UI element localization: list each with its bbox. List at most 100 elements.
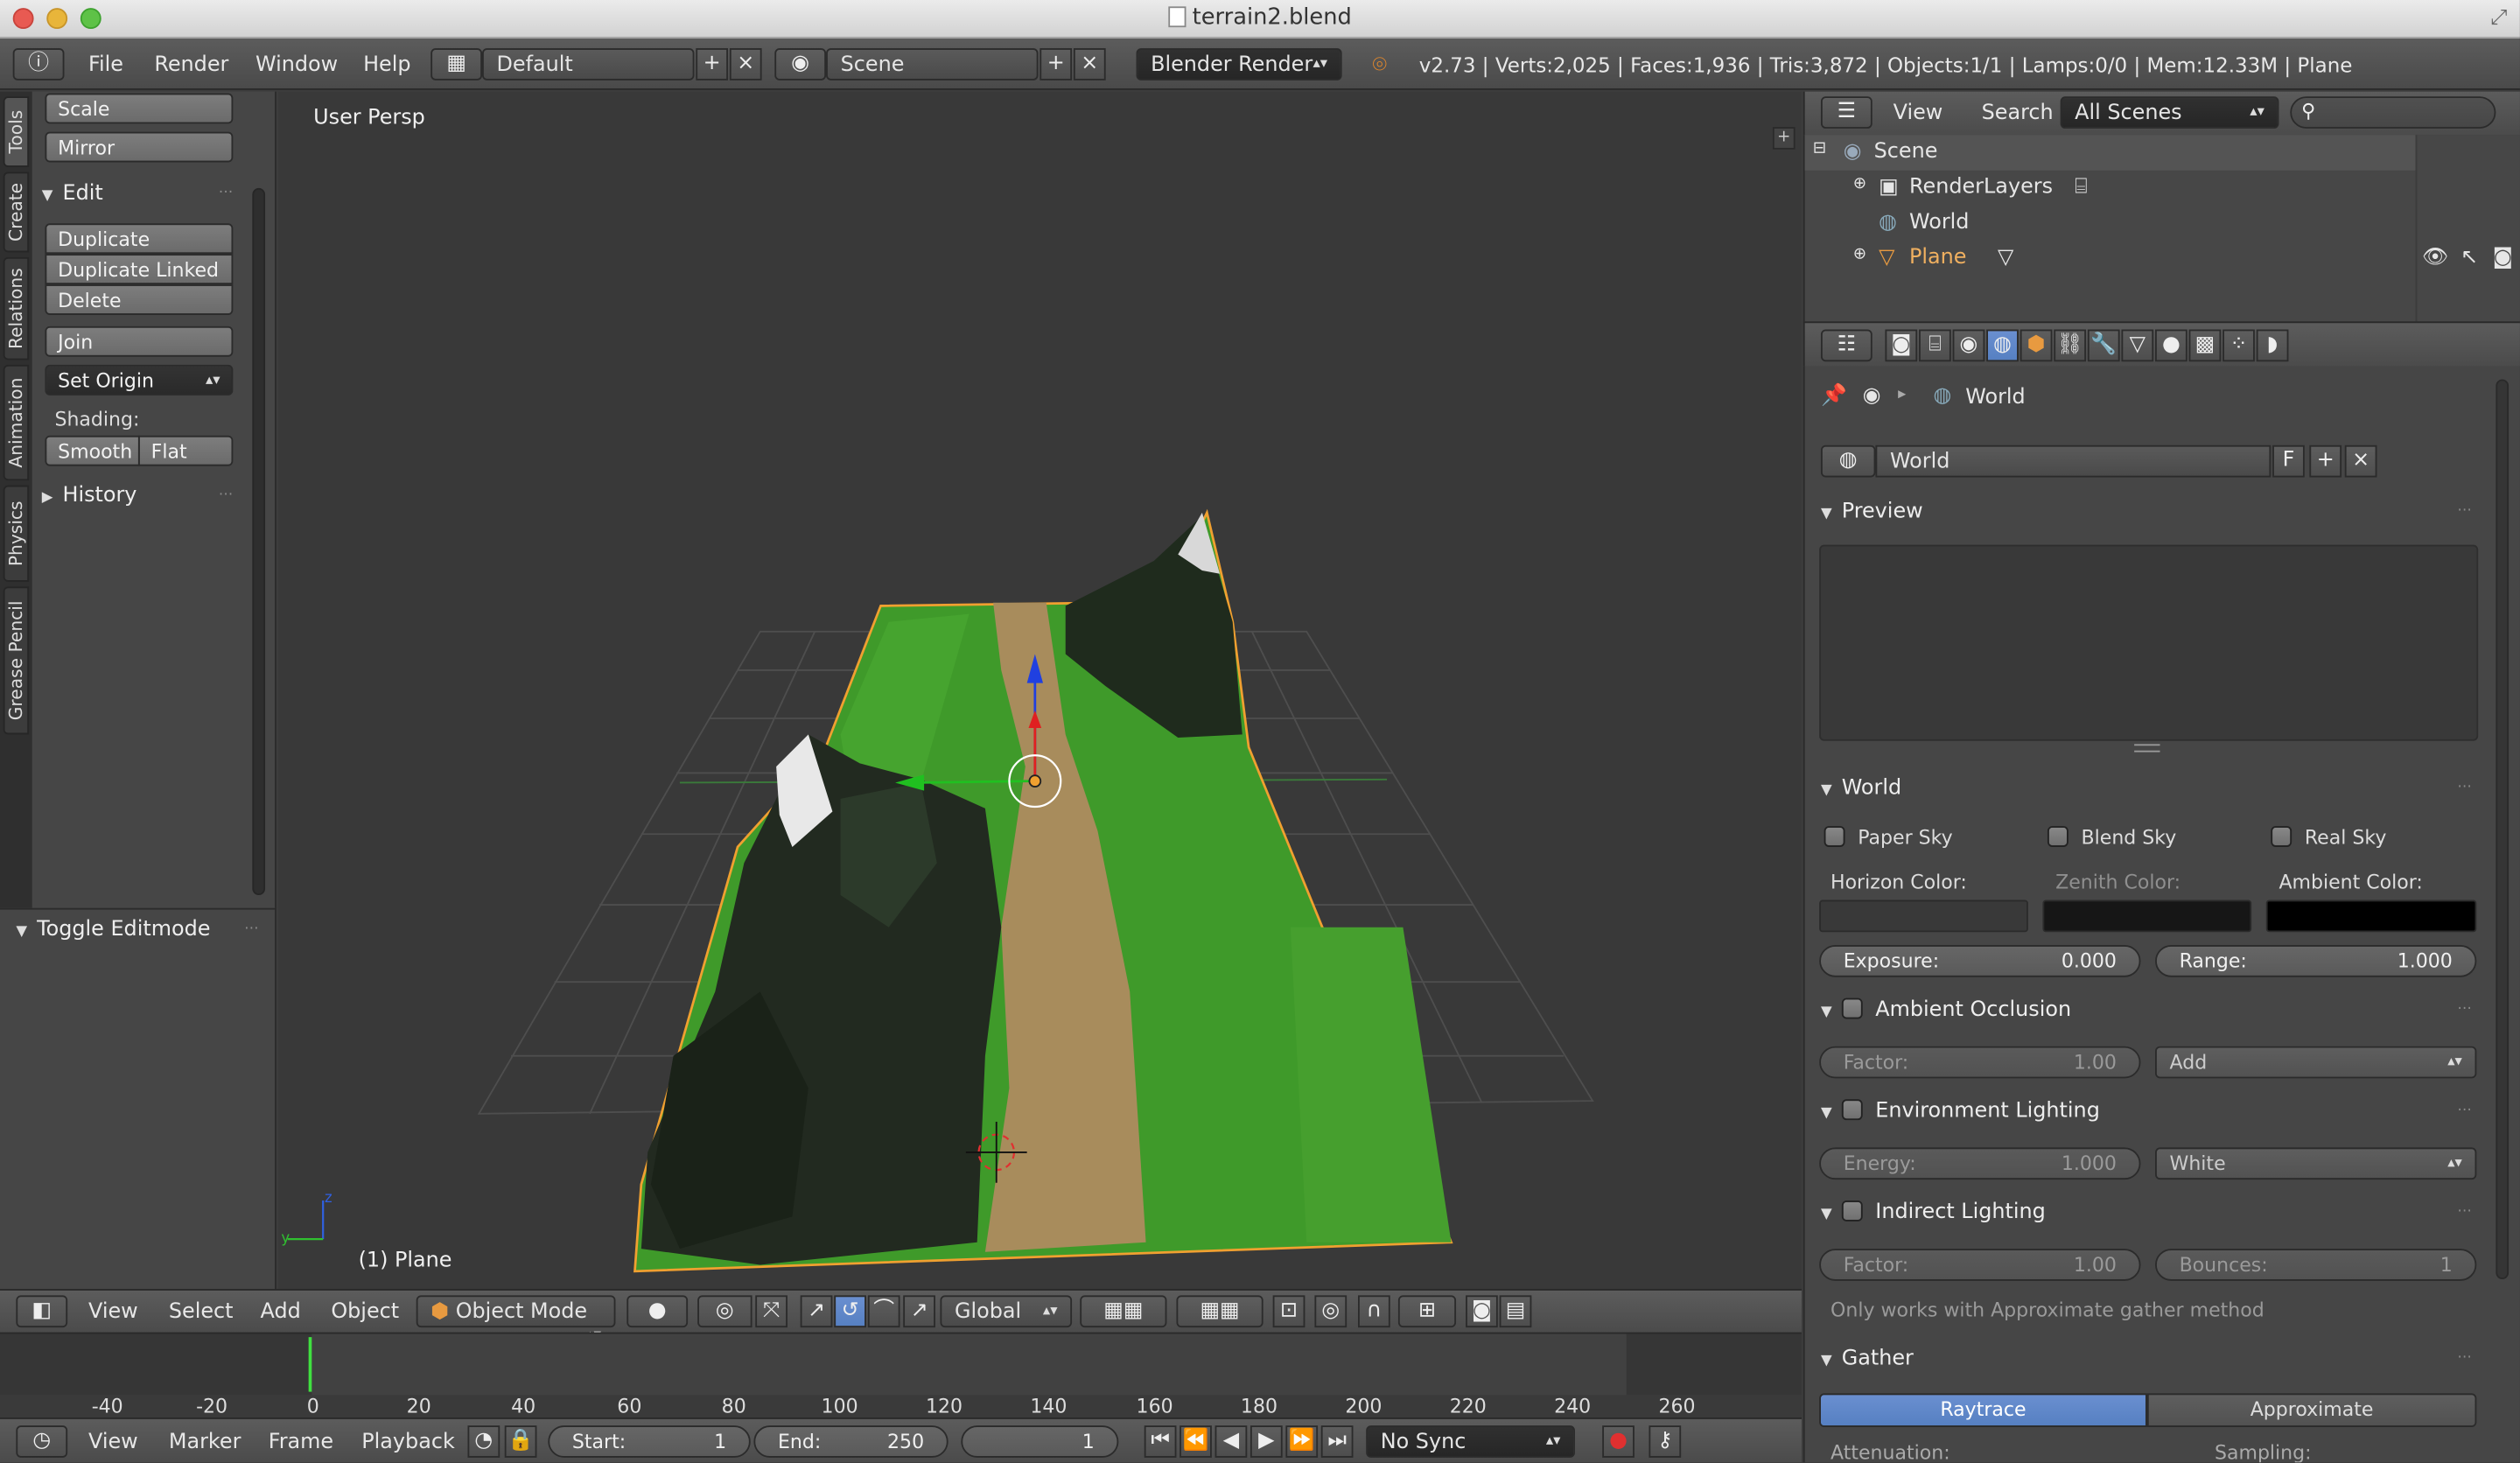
menu-outliner-view[interactable]: View: [1894, 102, 1943, 126]
physics-context-icon[interactable]: ◗: [2256, 329, 2289, 362]
scene-dropdown[interactable]: Scene: [826, 48, 1039, 80]
smooth-button[interactable]: Smooth: [45, 435, 140, 466]
layers-grid-b-icon[interactable]: ▦▦: [1176, 1295, 1264, 1328]
outliner-filter-dropdown[interactable]: All Scenes ▴▾: [2060, 96, 2279, 129]
flat-button[interactable]: Flat: [137, 435, 234, 466]
zenith-color-swatch[interactable]: [2042, 900, 2252, 933]
transform-icon[interactable]: ↗: [903, 1295, 935, 1328]
tab-grease-pencil[interactable]: Grease Pencil: [3, 586, 30, 735]
remove-scene-icon[interactable]: ×: [1073, 48, 1106, 80]
menu-frame[interactable]: Frame: [269, 1431, 333, 1455]
world-panel-header[interactable]: ▼ World: [1821, 776, 1901, 801]
unlink-world-icon[interactable]: ×: [2344, 444, 2377, 478]
menu-file[interactable]: File: [88, 53, 123, 78]
viewport-scene[interactable]: z y: [278, 92, 1802, 1289]
particles-context-icon[interactable]: ⁘: [2222, 329, 2255, 362]
scale-manipulator-icon[interactable]: ⌒: [867, 1295, 900, 1328]
rotate-manipulator-icon[interactable]: ↺: [834, 1295, 866, 1328]
snap-element-icon[interactable]: ⊞: [1397, 1295, 1457, 1328]
world-browse-icon[interactable]: ◍: [1820, 444, 1876, 478]
interaction-mode-dropdown[interactable]: ⬢ Object Mode▴▾: [416, 1295, 616, 1343]
constraints-context-icon[interactable]: ⛓: [2054, 329, 2087, 362]
lock-time-icon[interactable]: 🔒: [504, 1425, 537, 1458]
paper-sky-checkbox[interactable]: Paper Sky: [1824, 826, 1953, 849]
opengl-render-icon[interactable]: ▤: [1499, 1295, 1532, 1328]
menu-playback[interactable]: Playback: [361, 1431, 455, 1455]
viewport-shading-icon[interactable]: ●: [626, 1295, 689, 1328]
blend-sky-checkbox[interactable]: Blend Sky: [2047, 826, 2176, 849]
indirect-lighting-panel-header[interactable]: ▼ Indirect Lighting: [1821, 1200, 2046, 1225]
panel-grip-icon[interactable]: ⋯: [2457, 503, 2473, 519]
ao-factor-field[interactable]: Factor: 1.00: [1819, 1046, 2141, 1079]
editor-type-3d-icon[interactable]: ◧: [16, 1295, 68, 1328]
ao-blend-dropdown[interactable]: Add ▴▾: [2155, 1046, 2477, 1079]
tab-tools[interactable]: Tools: [3, 96, 30, 168]
snap-toggle-icon[interactable]: ∩: [1358, 1295, 1390, 1328]
mirror-button[interactable]: Mirror: [45, 131, 234, 163]
menu-help[interactable]: Help: [363, 53, 410, 78]
set-origin-dropdown[interactable]: Set Origin ▴▾: [45, 364, 234, 396]
end-frame-field[interactable]: End: 250: [753, 1425, 948, 1458]
screen-layout-dropdown[interactable]: Default: [482, 48, 695, 80]
bounces-field[interactable]: Bounces: 1: [2155, 1249, 2477, 1281]
exposure-field[interactable]: Exposure: 0.000: [1819, 944, 2141, 977]
menu-add[interactable]: Add: [261, 1300, 301, 1325]
sync-mode-dropdown[interactable]: No Sync ▴▾: [1366, 1425, 1575, 1458]
tab-create[interactable]: Create: [3, 172, 30, 253]
modifiers-context-icon[interactable]: 🔧: [2087, 329, 2120, 362]
object-origin-icon[interactable]: [1028, 774, 1042, 788]
menu-window[interactable]: Window: [256, 53, 338, 78]
texture-context-icon[interactable]: ▩: [2188, 329, 2222, 362]
menu-object[interactable]: Object: [331, 1300, 399, 1325]
manipulator-toggle-icon[interactable]: ⤧: [755, 1295, 788, 1328]
prev-keyframe-icon[interactable]: ⏪: [1180, 1425, 1212, 1458]
pivot-point-icon[interactable]: ◎: [697, 1295, 752, 1328]
real-sky-checkbox[interactable]: Real Sky: [2271, 826, 2386, 849]
proportional-editing-icon[interactable]: ◎: [1314, 1295, 1348, 1328]
approximate-button[interactable]: Approximate: [2146, 1393, 2477, 1427]
checkbox-icon[interactable]: [1824, 826, 1845, 847]
editor-type-info-icon[interactable]: ⓘ: [12, 48, 65, 80]
fullscreen-icon[interactable]: ⤢: [2490, 6, 2507, 31]
menu-render[interactable]: Render: [154, 53, 228, 78]
timeline-area[interactable]: -40 -20 0 20 40 60 80 100 120 140 160 18…: [0, 1332, 1802, 1419]
duplicate-linked-button[interactable]: Duplicate Linked: [45, 254, 234, 285]
outliner-row-plane[interactable]: ⊕ ▽ Plane ▽: [1805, 242, 2416, 276]
menu-timeline-view[interactable]: View: [88, 1431, 138, 1455]
remove-layout-icon[interactable]: ×: [729, 48, 762, 80]
ambient-occlusion-checkbox[interactable]: [1841, 998, 1863, 1019]
gather-panel-header[interactable]: ▼ Gather: [1821, 1347, 1914, 1371]
outliner-row-world[interactable]: ◍ World: [1805, 206, 2416, 241]
transform-orientation-dropdown[interactable]: Global ▴▾: [940, 1295, 1073, 1328]
object-context-icon[interactable]: ⬢: [2020, 329, 2053, 362]
start-frame-field[interactable]: Start: 1: [548, 1425, 751, 1458]
jump-end-icon[interactable]: ⏭: [1320, 1425, 1354, 1458]
layers-grid-a-icon[interactable]: ▦▦: [1080, 1295, 1167, 1328]
data-context-icon[interactable]: ▽: [2121, 329, 2154, 362]
collapse-icon[interactable]: ⊟: [1813, 140, 1826, 158]
indirect-lighting-checkbox[interactable]: [1841, 1200, 1863, 1222]
render-context-icon[interactable]: ◙: [1885, 329, 1918, 362]
terrain-mesh[interactable]: [634, 508, 1453, 1273]
checkbox-icon[interactable]: [2271, 826, 2292, 847]
properties-scrollbar[interactable]: [2496, 379, 2510, 1280]
play-reverse-icon[interactable]: ◀: [1214, 1425, 1248, 1458]
edit-panel-header[interactable]: ▼ Edit: [42, 182, 103, 206]
render-engine-dropdown[interactable]: Blender Render ▴▾: [1136, 48, 1342, 80]
tab-physics[interactable]: Physics: [3, 485, 30, 582]
expand-icon[interactable]: ⊕: [1853, 246, 1866, 263]
delete-button[interactable]: Delete: [45, 284, 234, 315]
pin-icon[interactable]: 📌: [1821, 384, 1847, 409]
env-color-dropdown[interactable]: White ▴▾: [2155, 1147, 2477, 1180]
toggle-properties-icon[interactable]: +: [1772, 127, 1796, 150]
editor-type-outliner-icon[interactable]: ☰: [1820, 96, 1872, 129]
new-world-icon[interactable]: +: [2309, 444, 2342, 478]
selectable-cursor-icon[interactable]: ↖: [2460, 246, 2478, 270]
menu-marker[interactable]: Marker: [169, 1431, 242, 1455]
world-context-icon[interactable]: ◍: [1986, 329, 2019, 362]
panel-grip-icon[interactable]: ⋯: [219, 185, 234, 200]
panel-grip-icon[interactable]: ⋯: [2457, 1001, 2473, 1017]
ambient-occlusion-panel-header[interactable]: ▼ Ambient Occlusion: [1821, 998, 2071, 1022]
panel-grip-icon[interactable]: ⋯: [2457, 1204, 2473, 1220]
tool-shelf-scrollbar[interactable]: [252, 187, 266, 896]
